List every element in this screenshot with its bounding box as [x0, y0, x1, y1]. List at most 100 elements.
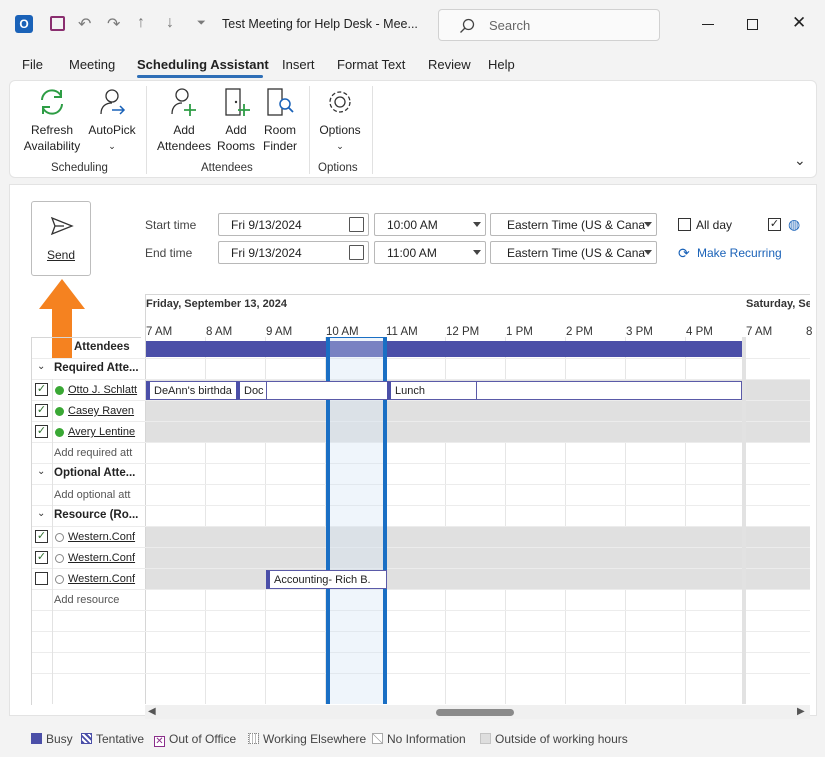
start-date-field[interactable]: Fri 9/13/2024 [218, 213, 369, 236]
dropdown-icon[interactable] [644, 222, 652, 227]
attendee-checkbox[interactable]: ✓ [35, 551, 48, 564]
unknown-status-icon [55, 533, 64, 542]
free-busy-row [146, 443, 742, 463]
start-timezone-field[interactable]: Eastern Time (US & Cana [490, 213, 657, 236]
horizontal-scrollbar[interactable]: ◀ ▶ [145, 705, 810, 719]
event-accounting[interactable]: Accounting- Rich B. [266, 570, 387, 589]
end-timezone-value: Eastern Time (US & Cana [507, 246, 646, 260]
all-day-checkbox[interactable] [678, 218, 691, 231]
legend-working-elsewhere: Working Elsewhere [248, 732, 366, 746]
legend-tentative: Tentative [81, 732, 144, 746]
options-button[interactable]: Options ⌄ [314, 86, 366, 154]
attendee-checkbox[interactable]: ✓ [35, 383, 48, 396]
menu-help[interactable]: Help [488, 57, 515, 72]
menu-meeting[interactable]: Meeting [69, 57, 115, 72]
attendee-checkbox[interactable] [35, 572, 48, 585]
next-day-row [746, 380, 810, 400]
close-button[interactable]: ✕ [792, 13, 806, 33]
group-label-options: Options [318, 162, 358, 174]
section-resource-row[interactable] [32, 505, 810, 526]
search-placeholder: Search [489, 18, 531, 33]
collapse-ribbon-icon[interactable]: ⌄ [794, 152, 806, 169]
menu-insert[interactable]: Insert [282, 57, 315, 72]
save-icon[interactable] [50, 16, 65, 31]
end-timezone-field[interactable]: Eastern Time (US & Cana [490, 241, 657, 264]
next-icon[interactable]: ↓ [166, 14, 174, 32]
accepted-status-icon [55, 428, 64, 437]
attendee-casey-name[interactable]: Casey Raven [68, 405, 140, 417]
next-day-row [746, 590, 810, 610]
event-birthday[interactable]: DeAnn's birthda [146, 381, 240, 400]
timezone-toggle-checkbox[interactable]: ✓ [768, 218, 781, 231]
make-recurring-link[interactable]: Make Recurring [697, 246, 782, 260]
customize-toolbar-icon[interactable]: ⏷ [197, 17, 206, 30]
send-label: Send [46, 248, 76, 262]
section-optional-row[interactable] [32, 463, 810, 484]
dropdown-icon[interactable] [644, 250, 652, 255]
attendee-avery-name[interactable]: Avery Lentine [68, 426, 140, 438]
redo-icon[interactable]: ↷ [107, 14, 120, 34]
room-finder-button[interactable]: Room Finder [258, 86, 302, 154]
globe-icon[interactable]: ◍ [788, 216, 800, 233]
free-busy-row [146, 569, 742, 589]
free-busy-row [146, 422, 742, 442]
event-lunch[interactable]: Lunch [387, 381, 477, 400]
send-button[interactable]: Send [31, 201, 91, 276]
section-required-row[interactable] [32, 358, 810, 379]
resource-western-1-name[interactable]: Western.Conf [68, 531, 140, 543]
scroll-thumb[interactable] [436, 709, 514, 716]
search-box[interactable]: Search [438, 9, 660, 41]
menu-format-text[interactable]: Format Text [337, 57, 405, 72]
end-time-field[interactable]: 11:00 AM [374, 241, 486, 264]
undo-icon[interactable]: ↶ [78, 14, 91, 34]
legend-working-elsewhere-label: Working Elsewhere [263, 732, 367, 746]
busy-swatch-icon [31, 733, 42, 744]
autopick-button[interactable]: AutoPick ⌄ [84, 86, 140, 154]
hour-label: 12 PM [446, 326, 480, 338]
menu-scheduling-assistant[interactable]: Scheduling Assistant [137, 57, 269, 72]
collapse-chevron-icon[interactable]: ⌄ [37, 361, 45, 372]
menu-review[interactable]: Review [428, 57, 471, 72]
day-header: Friday, September 13, 2024 [146, 298, 288, 310]
no-information-swatch-icon [372, 733, 383, 744]
collapse-chevron-icon[interactable]: ⌄ [37, 466, 45, 477]
add-rooms-button[interactable]: Add Rooms [214, 86, 258, 154]
start-time-field[interactable]: 10:00 AM [374, 213, 486, 236]
previous-icon[interactable]: ↑ [137, 14, 145, 32]
dropdown-icon[interactable] [473, 222, 481, 227]
calendar-icon[interactable] [349, 245, 364, 260]
menu-file[interactable]: File [22, 57, 43, 72]
attendee-otto-name[interactable]: Otto J. Schlatt [68, 384, 140, 396]
end-date-value: Fri 9/13/2024 [231, 246, 302, 260]
room-finder-icon [267, 88, 294, 116]
attendee-checkbox[interactable]: ✓ [35, 404, 48, 417]
add-resource[interactable]: Add resource [54, 594, 140, 606]
title-bar: O ↶ ↷ ↑ ↓ ⏷ Test Meeting for Help Desk -… [0, 0, 825, 50]
collapse-chevron-icon[interactable]: ⌄ [37, 508, 45, 519]
scroll-right-icon[interactable]: ▶ [797, 706, 805, 717]
maximize-button[interactable] [747, 19, 758, 30]
ribbon-separator [372, 86, 373, 174]
add-optional-attendee[interactable]: Add optional att [54, 489, 140, 501]
section-required-label: Required Atte... [54, 362, 139, 374]
calendar-icon[interactable] [349, 217, 364, 232]
add-required-attendee[interactable]: Add required att [54, 447, 140, 459]
resource-western-3-name[interactable]: Western.Conf [68, 573, 140, 585]
dropdown-icon[interactable] [473, 250, 481, 255]
section-resource-label: Resource (Ro... [54, 509, 139, 521]
event-block[interactable] [266, 381, 388, 400]
end-date-field[interactable]: Fri 9/13/2024 [218, 241, 369, 264]
unknown-status-icon [55, 554, 64, 563]
hour-label: 1 PM [506, 326, 533, 338]
minimize-button[interactable] [702, 24, 714, 25]
event-block[interactable] [476, 381, 742, 400]
add-attendees-button[interactable]: Add Attendees [154, 86, 214, 154]
add-rooms-label-2: Rooms [216, 139, 255, 153]
scroll-left-icon[interactable]: ◀ [148, 706, 156, 717]
attendee-checkbox[interactable]: ✓ [35, 530, 48, 543]
attendee-checkbox[interactable]: ✓ [35, 425, 48, 438]
event-doc[interactable]: Doc [236, 381, 268, 400]
next-day-row [746, 569, 810, 589]
resource-western-2-name[interactable]: Western.Conf [68, 552, 140, 564]
refresh-availability-button[interactable]: Refresh Availability [20, 86, 84, 154]
